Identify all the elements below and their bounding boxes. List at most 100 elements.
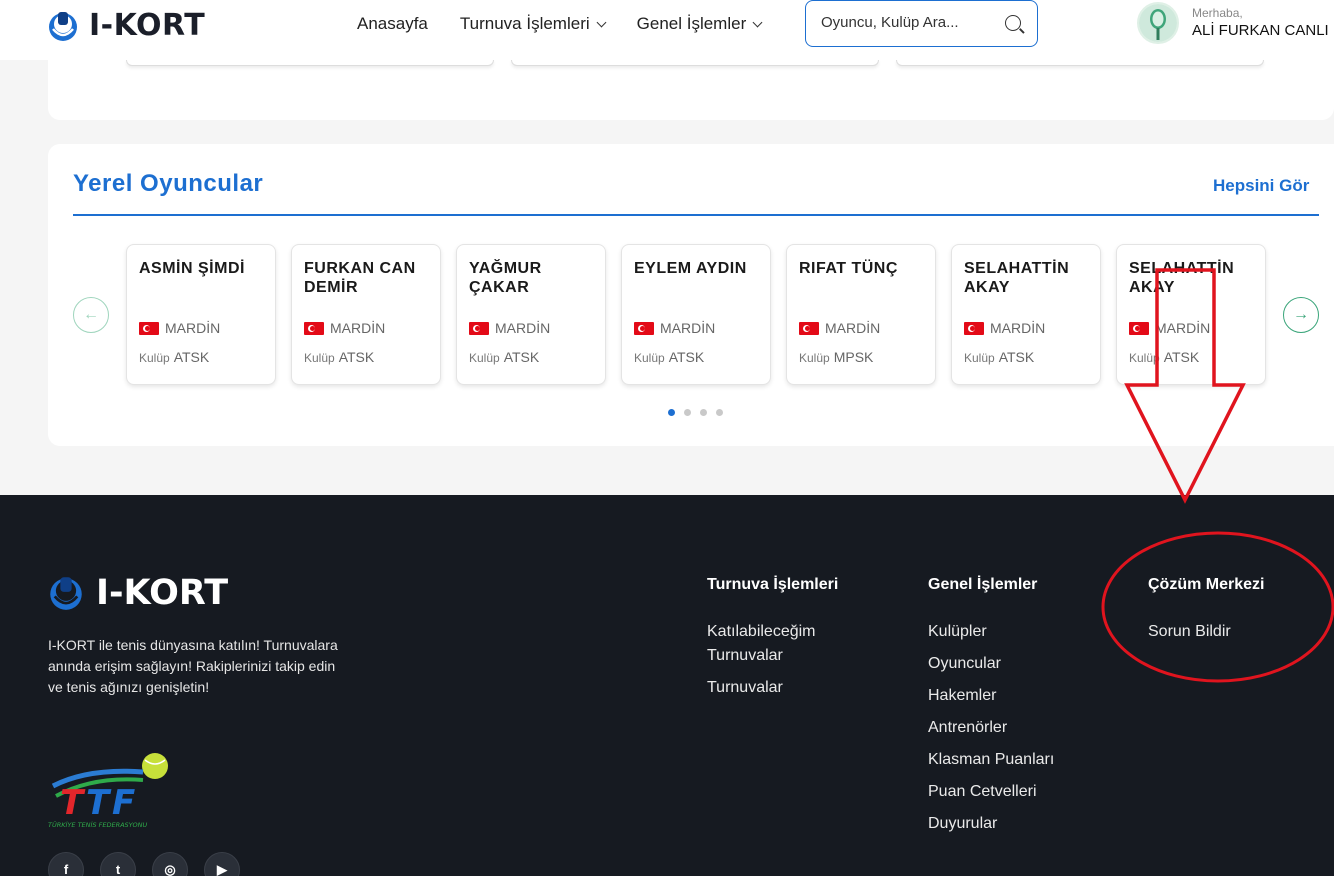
carousel-next-button[interactable]: → — [1283, 297, 1319, 333]
city-label: MARDİN — [495, 320, 551, 336]
chevron-down-icon — [596, 17, 607, 27]
footer-link-puan-cetvelleri[interactable]: Puan Cetvelleri — [928, 780, 1054, 804]
player-club: Kulüp ATSK — [139, 349, 209, 365]
player-city: MARDİN — [139, 320, 220, 336]
social-links: f t ◎ ▶ — [48, 852, 240, 876]
search-icon[interactable] — [1005, 15, 1021, 31]
instagram-icon[interactable]: ◎ — [152, 852, 188, 876]
player-card[interactable]: EYLEM AYDIN MARDİN Kulüp ATSK — [621, 244, 771, 385]
nav-genel-islemler[interactable]: Genel İşlemler — [637, 14, 763, 34]
player-card[interactable]: FURKAN CAN DEMİR MARDİN Kulüp ATSK — [291, 244, 441, 385]
avatar[interactable] — [1137, 2, 1179, 44]
see-all-link[interactable]: Hepsini Gör — [1213, 176, 1309, 196]
footer-logo[interactable]: I-KORT — [48, 573, 228, 613]
section-title: Yerel Oyuncular — [73, 170, 264, 197]
footer-link-antrenorler[interactable]: Antrenörler — [928, 716, 1054, 740]
player-name: SELAHATTİN AKAY — [1129, 260, 1235, 296]
club-name: ATSK — [503, 349, 540, 365]
club-prefix: Kulüp — [304, 351, 335, 365]
user-greeting[interactable]: Merhaba, ALİ FURKAN CANLI — [1192, 6, 1329, 39]
city-label: MARDİN — [1155, 320, 1211, 336]
greeting-label: Merhaba, — [1192, 6, 1243, 20]
pagination-dot[interactable] — [668, 409, 675, 416]
pagination-dot[interactable] — [700, 409, 707, 416]
footer-col-cozum: Çözüm Merkezi Sorun Bildir — [1148, 576, 1264, 652]
club-prefix: Kulüp — [469, 351, 500, 365]
player-card[interactable]: SELAHATTİN AKAY MARDİN Kulüp ATSK — [1116, 244, 1266, 385]
search-input[interactable] — [821, 14, 991, 31]
player-city: MARDİN — [799, 320, 880, 336]
footer-col-turnuva: Turnuva İşlemleri Katılabileceğim Turnuv… — [707, 576, 857, 708]
player-club: Kulüp ATSK — [469, 349, 539, 365]
footer-col-title: Genel İşlemler — [928, 576, 1038, 593]
previous-card — [896, 60, 1264, 66]
arrow-right-icon: → — [1293, 306, 1309, 323]
nav-turnuva-islemleri[interactable]: Turnuva İşlemleri — [460, 14, 607, 34]
ikort-logo-icon — [49, 11, 77, 41]
footer-link-hakemler[interactable]: Hakemler — [928, 684, 1054, 708]
previous-card — [511, 60, 879, 66]
player-card[interactable]: ASMİN ŞİMDİ MARDİN Kulüp ATSK — [126, 244, 276, 385]
turkey-flag-icon — [799, 321, 819, 335]
footer-link-turnuvalar[interactable]: Turnuvalar — [707, 676, 857, 700]
player-card[interactable]: YAĞMUR ÇAKAR MARDİN Kulüp ATSK — [456, 244, 606, 385]
turkey-flag-icon — [964, 321, 984, 335]
footer-link-klasman-puanlari[interactable]: Klasman Puanları — [928, 748, 1054, 772]
footer-link-katilabilecegim-turnuvalar[interactable]: Katılabileceğim Turnuvalar — [707, 620, 857, 668]
arrow-left-icon: ← — [83, 306, 99, 323]
player-card[interactable]: SELAHATTİN AKAY MARDİN Kulüp ATSK — [951, 244, 1101, 385]
player-club: Kulüp MPSK — [799, 349, 873, 365]
player-club: Kulüp ATSK — [634, 349, 704, 365]
player-city: MARDİN — [304, 320, 385, 336]
facebook-icon[interactable]: f — [48, 852, 84, 876]
footer-link-kulupler[interactable]: Kulüpler — [928, 620, 1054, 644]
pagination-dot[interactable] — [716, 409, 723, 416]
footer-logo-text: I-KORT — [96, 573, 229, 613]
chevron-down-icon — [752, 17, 763, 27]
turkey-flag-icon — [469, 321, 489, 335]
pagination-dot[interactable] — [684, 409, 691, 416]
turkey-flag-icon — [304, 321, 324, 335]
turkey-flag-icon — [1129, 321, 1149, 335]
player-club: Kulüp ATSK — [304, 349, 374, 365]
player-club: Kulüp ATSK — [964, 349, 1034, 365]
club-name: ATSK — [668, 349, 705, 365]
player-city: MARDİN — [469, 320, 550, 336]
footer-link-oyuncular[interactable]: Oyuncular — [928, 652, 1054, 676]
club-prefix: Kulüp — [799, 351, 830, 365]
player-club: Kulüp ATSK — [1129, 349, 1199, 365]
logo-text: I-KORT — [89, 8, 206, 43]
player-name: EYLEM AYDIN — [634, 260, 747, 277]
tennis-racket-icon — [1139, 4, 1177, 42]
club-prefix: Kulüp — [634, 351, 665, 365]
footer-link-duyurular[interactable]: Duyurular — [928, 812, 1054, 836]
player-name: SELAHATTİN AKAY — [964, 260, 1070, 296]
footer-about-text: I-KORT ile tenis dünyasına katılın! Turn… — [48, 637, 338, 695]
player-name: ASMİN ŞİMDİ — [139, 260, 245, 277]
ttf-logo-icon: T T F TÜRKİYE TENİS FEDERASYONU — [48, 753, 168, 829]
club-name: ATSK — [338, 349, 375, 365]
svg-text:T: T — [86, 783, 112, 823]
top-header: I-KORT Anasayfa Turnuva İşlemleri Genel … — [0, 0, 1334, 60]
player-card[interactable]: RIFAT TÜNÇ MARDİN Kulüp MPSK — [786, 244, 936, 385]
turkey-flag-icon — [139, 321, 159, 335]
player-name: RIFAT TÜNÇ — [799, 260, 898, 277]
club-prefix: Kulüp — [1129, 351, 1160, 365]
carousel-pagination — [668, 409, 723, 416]
player-city: MARDİN — [964, 320, 1045, 336]
club-name: MPSK — [833, 349, 874, 365]
footer: I-KORT I-KORT ile tenis dünyasına katılı… — [0, 495, 1334, 876]
nav-anasayfa[interactable]: Anasayfa — [357, 14, 428, 34]
previous-section-panel — [48, 60, 1334, 120]
twitter-icon[interactable]: t — [100, 852, 136, 876]
turkey-flag-icon — [634, 321, 654, 335]
city-label: MARDİN — [660, 320, 716, 336]
footer-link-sorun-bildir[interactable]: Sorun Bildir — [1148, 620, 1264, 644]
youtube-icon[interactable]: ▶ — [204, 852, 240, 876]
carousel-prev-button[interactable]: ← — [73, 297, 109, 333]
city-label: MARDİN — [165, 320, 221, 336]
nav-label: Anasayfa — [357, 14, 428, 33]
search-box — [805, 0, 1038, 47]
logo[interactable]: I-KORT — [47, 8, 205, 43]
club-name: ATSK — [1163, 349, 1200, 365]
